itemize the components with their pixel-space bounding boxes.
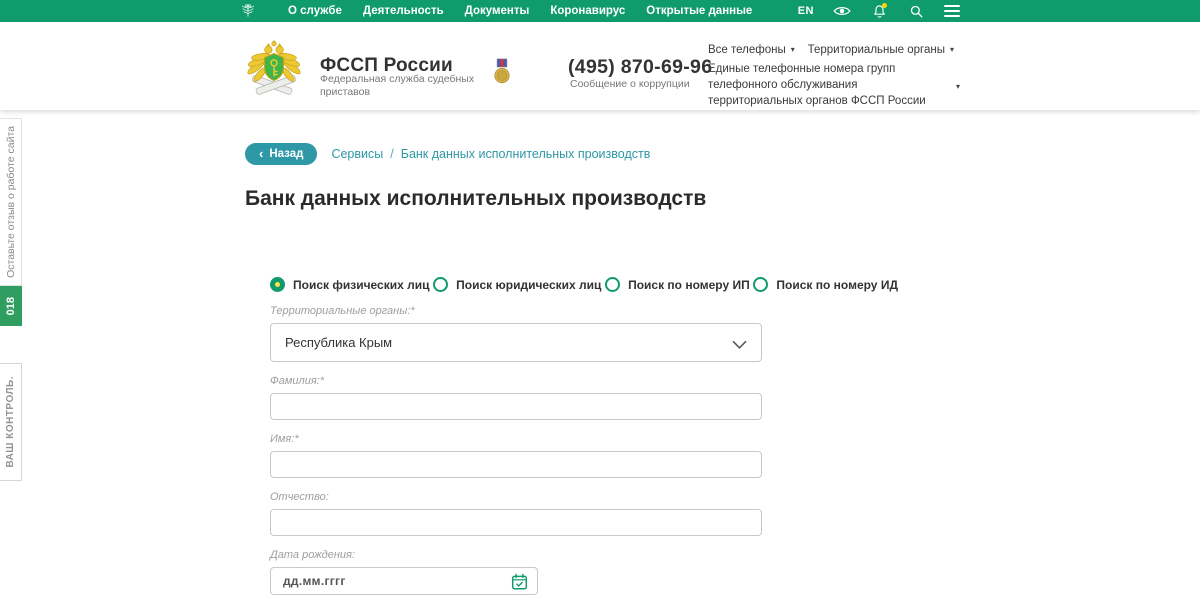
breadcrumb-link-services[interactable]: Сервисы: [331, 147, 383, 161]
radio-label: Поиск по номеру ИП: [628, 277, 750, 292]
lastname-label: Фамилия:*: [270, 375, 325, 387]
all-phones-dropdown[interactable]: Все телефоны ▾: [708, 42, 795, 58]
territorial-bodies-label: Территориальные органы:*: [270, 305, 415, 317]
search-form: Поиск физических лиц Поиск юридических л…: [270, 277, 898, 595]
radio-search-by-ip-number[interactable]: Поиск по номеру ИП: [605, 277, 750, 292]
page-title: Банк данных исполнительных производств: [245, 187, 707, 210]
badge-018[interactable]: 018: [0, 286, 22, 326]
top-navbar: О службе Деятельность Документы Коронави…: [0, 0, 1200, 22]
nav-item-coronavirus[interactable]: Коронавирус: [550, 5, 625, 17]
notification-dot: [882, 3, 887, 8]
firstname-label: Имя:*: [270, 433, 299, 445]
language-switch[interactable]: EN: [798, 5, 814, 17]
territorial-bodies-select[interactable]: Республика Крым: [270, 323, 762, 362]
site-feedback-tab[interactable]: Оставьте отзыв о работе сайта: [0, 118, 22, 286]
vash-control-tab[interactable]: ВАШ КОНТРОЛЬ.: [0, 363, 22, 481]
radio-icon: [270, 277, 285, 292]
org-subtitle: Федеральная служба судебных приставов: [320, 73, 475, 98]
back-button[interactable]: ‹ Назад: [245, 143, 318, 165]
vash-control-label: ВАШ КОНТРОЛЬ.: [5, 376, 16, 468]
radio-icon: [433, 277, 449, 292]
firstname-input[interactable]: [270, 451, 762, 478]
radio-icon: [605, 277, 621, 292]
notifications-bell-icon[interactable]: [870, 2, 888, 20]
calendar-icon[interactable]: [511, 573, 528, 590]
chevron-down-icon: ▾: [949, 45, 954, 54]
eagle-emblem-icon: [240, 3, 256, 19]
unified-phone-numbers-dropdown[interactable]: Единые телефонные номера групп телефонно…: [708, 61, 960, 109]
fssp-logo: [244, 39, 304, 99]
nav-item-open-data[interactable]: Открытые данные: [646, 5, 752, 17]
feedback-tab-label: Оставьте отзыв о работе сайта: [4, 126, 17, 278]
radio-label: Поиск по номеру ИД: [776, 277, 898, 292]
main-content: ‹ Назад Сервисы / Банк данных исполнител…: [0, 110, 1200, 595]
radio-icon: [753, 277, 769, 292]
birthdate-input[interactable]: [270, 567, 538, 595]
patronymic-input[interactable]: [270, 509, 762, 536]
chevron-down-icon: ▾: [955, 82, 960, 91]
menu-hamburger-icon[interactable]: [944, 5, 960, 17]
patronymic-label: Отчество:: [270, 491, 329, 503]
corruption-phone-number[interactable]: (495) 870-69-96: [568, 56, 712, 79]
breadcrumb: ‹ Назад Сервисы / Банк данных исполнител…: [245, 143, 1200, 165]
radio-label: Поиск юридических лиц: [456, 277, 602, 292]
accessibility-eye-icon[interactable]: [833, 2, 851, 20]
chevron-left-icon: ‹: [259, 146, 264, 161]
breadcrumb-current-page[interactable]: Банк данных исполнительных производств: [401, 147, 651, 161]
chevron-down-icon: [732, 337, 747, 355]
search-icon[interactable]: [907, 2, 925, 20]
radio-search-by-id-number[interactable]: Поиск по номеру ИД: [753, 277, 898, 292]
chevron-down-icon: ▾: [790, 45, 795, 54]
badge-018-label: 018: [5, 296, 17, 316]
territorial-bodies-dropdown[interactable]: Территориальные органы ▾: [808, 42, 954, 58]
radio-label: Поиск физических лиц: [293, 277, 430, 292]
nav-item-about[interactable]: О службе: [288, 5, 342, 17]
birthdate-label: Дата рождения:: [270, 549, 355, 561]
lastname-input[interactable]: [270, 393, 762, 420]
radio-search-legal-entities[interactable]: Поиск юридических лиц: [433, 277, 601, 292]
nav-item-activity[interactable]: Деятельность: [363, 5, 444, 17]
nav-item-documents[interactable]: Документы: [465, 5, 530, 17]
breadcrumb-separator: /: [390, 147, 394, 161]
medal-icon[interactable]: [493, 58, 511, 85]
site-header: ФССП России Федеральная служба судебных …: [0, 22, 1200, 110]
territorial-bodies-selected-value: Республика Крым: [285, 335, 393, 350]
search-type-radio-group: Поиск физических лиц Поиск юридических л…: [270, 277, 898, 292]
corruption-phone-caption: Сообщение о коррупции: [570, 78, 690, 90]
radio-search-individuals[interactable]: Поиск физических лиц: [270, 277, 430, 292]
